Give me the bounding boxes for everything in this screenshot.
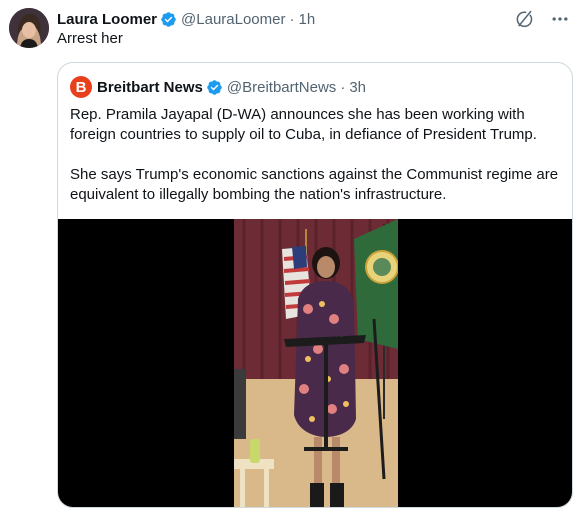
separator-dot: · <box>340 78 346 96</box>
video-frame <box>234 219 398 507</box>
avatar-photo <box>9 8 49 48</box>
breitbart-logo[interactable]: B <box>70 76 92 98</box>
separator-dot: · <box>289 10 295 28</box>
grok-icon[interactable] <box>513 8 535 30</box>
timestamp[interactable]: 1h <box>298 11 315 28</box>
quoted-author-handle[interactable]: @BreitbartNews <box>227 79 336 96</box>
verified-badge-icon <box>160 11 177 28</box>
tweet-header: Laura Loomer @LauraLoomer · 1h <box>57 8 571 30</box>
tweet-text: Arrest her <box>57 30 123 47</box>
verified-badge-icon <box>206 79 223 96</box>
quoted-tweet-text: Rep. Pramila Jayapal (D-WA) announces sh… <box>70 105 565 205</box>
breitbart-logo-letter: B <box>75 78 87 96</box>
more-icon[interactable] <box>549 8 571 30</box>
author-name[interactable]: Laura Loomer <box>57 11 157 28</box>
quoted-paragraph-2: She says Trump's economic sanctions agai… <box>70 166 559 203</box>
author-handle[interactable]: @LauraLoomer <box>181 11 285 28</box>
quoted-tweet[interactable]: B Breitbart News @BreitbartNews · 3h Rep… <box>57 62 573 508</box>
quoted-author-name[interactable]: Breitbart News <box>97 79 203 96</box>
header-actions <box>513 8 571 30</box>
quoted-tweet-header: B Breitbart News @BreitbartNews · 3h <box>70 75 366 99</box>
video-media[interactable] <box>58 219 572 507</box>
quoted-timestamp[interactable]: 3h <box>349 79 366 96</box>
author-avatar[interactable] <box>9 8 49 48</box>
quoted-paragraph-1: Rep. Pramila Jayapal (D-WA) announces sh… <box>70 106 537 143</box>
video-still <box>234 219 398 507</box>
